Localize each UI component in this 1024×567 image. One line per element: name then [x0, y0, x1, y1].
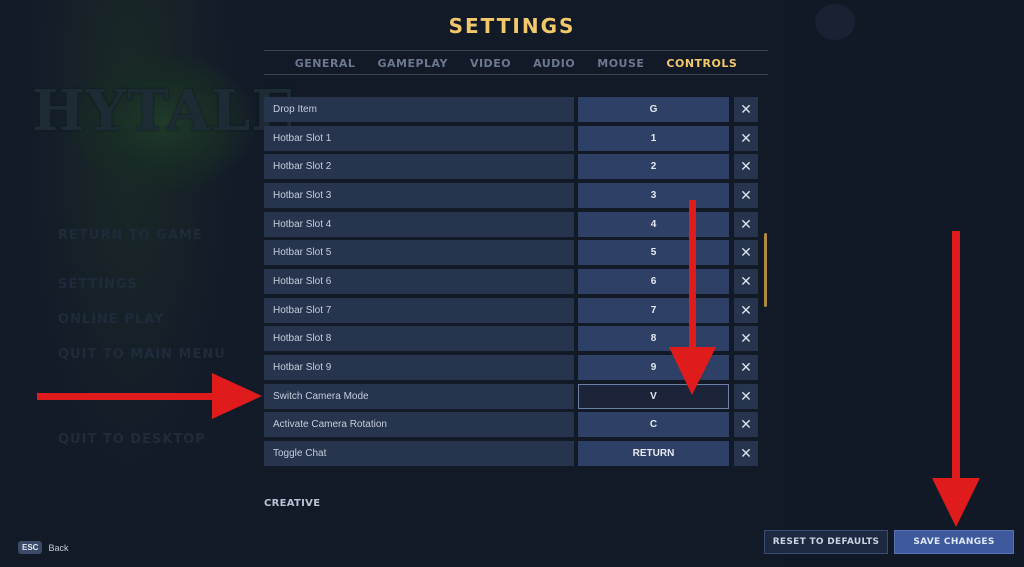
keybinding-action: Hotbar Slot 9: [264, 355, 574, 380]
keybinding-row: Hotbar Slot 9 9 ✕: [264, 355, 758, 380]
keybinding-action: Hotbar Slot 2: [264, 154, 574, 179]
clear-binding-icon[interactable]: ✕: [734, 240, 758, 265]
keybinding-key-button[interactable]: 8: [578, 326, 729, 351]
clear-binding-icon[interactable]: ✕: [734, 97, 758, 122]
scrollbar-thumb[interactable]: [764, 233, 767, 307]
clear-binding-icon[interactable]: ✕: [734, 183, 758, 208]
keybinding-action: Switch Camera Mode: [264, 384, 574, 409]
menu-return-to-game: RETURN TO GAME: [58, 228, 203, 243]
menu-online-play: ONLINE PLAY: [58, 312, 165, 327]
background-right: [784, 0, 1024, 567]
keybinding-action: Hotbar Slot 4: [264, 212, 574, 237]
clear-binding-icon[interactable]: ✕: [734, 384, 758, 409]
keybinding-action: Hotbar Slot 1: [264, 126, 574, 151]
reset-to-defaults-button[interactable]: RESET TO DEFAULTS: [764, 530, 888, 554]
keybinding-row: Hotbar Slot 4 4 ✕: [264, 212, 758, 237]
back-label: Back: [48, 542, 69, 553]
tab-controls[interactable]: CONTROLS: [666, 57, 737, 70]
clear-binding-icon[interactable]: ✕: [734, 441, 758, 466]
keybinding-action: Hotbar Slot 3: [264, 183, 574, 208]
keybinding-row: Activate Camera Rotation C ✕: [264, 412, 758, 437]
clear-binding-icon[interactable]: ✕: [734, 326, 758, 351]
keybinding-row: Hotbar Slot 2 2 ✕: [264, 154, 758, 179]
keybinding-row: Hotbar Slot 8 8 ✕: [264, 326, 758, 351]
keybinding-row: Hotbar Slot 1 1 ✕: [264, 126, 758, 151]
clear-binding-icon[interactable]: ✕: [734, 355, 758, 380]
keybinding-key-button[interactable]: C: [578, 412, 729, 437]
menu-quit-to-desktop: QUIT TO DESKTOP: [58, 432, 206, 447]
keybinding-key-button[interactable]: 6: [578, 269, 729, 294]
keybinding-action: Toggle Chat: [264, 441, 574, 466]
keybinding-key-button[interactable]: 4: [578, 212, 729, 237]
keybinding-action: Drop Item: [264, 97, 574, 122]
clear-binding-icon[interactable]: ✕: [734, 212, 758, 237]
clear-binding-icon[interactable]: ✕: [734, 412, 758, 437]
tab-gameplay[interactable]: GAMEPLAY: [377, 57, 448, 70]
keybinding-action: Hotbar Slot 6: [264, 269, 574, 294]
tabs-divider-top: [264, 50, 768, 51]
section-heading: CREATIVE: [264, 498, 321, 509]
tab-video[interactable]: VIDEO: [470, 57, 511, 70]
keybinding-key-button[interactable]: V: [578, 384, 729, 409]
keybinding-row: Hotbar Slot 7 7 ✕: [264, 298, 758, 323]
keybinding-row-selected: Switch Camera Mode V ✕: [264, 384, 758, 409]
tab-mouse[interactable]: MOUSE: [597, 57, 644, 70]
esc-key-icon: ESC: [18, 541, 43, 554]
tabs-divider-bottom: [264, 74, 768, 75]
keybinding-key-button[interactable]: G: [578, 97, 729, 122]
keybinding-key-button[interactable]: 5: [578, 240, 729, 265]
keybinding-key-button[interactable]: 9: [578, 355, 729, 380]
clear-binding-icon[interactable]: ✕: [734, 298, 758, 323]
clear-binding-icon[interactable]: ✕: [734, 269, 758, 294]
settings-tabs: GENERAL GAMEPLAY VIDEO AUDIO MOUSE CONTR…: [264, 52, 768, 74]
keybinding-row: Hotbar Slot 5 5 ✕: [264, 240, 758, 265]
save-changes-button[interactable]: SAVE CHANGES: [894, 530, 1014, 554]
menu-settings: SETTINGS: [58, 277, 139, 292]
hytale-logo: HYTALE: [32, 78, 296, 144]
keybinding-row: Drop Item G ✕: [264, 97, 758, 122]
keybinding-action: Activate Camera Rotation: [264, 412, 574, 437]
keybinding-key-button[interactable]: RETURN: [578, 441, 729, 466]
keybinding-row: Hotbar Slot 3 3 ✕: [264, 183, 758, 208]
clear-binding-icon[interactable]: ✕: [734, 154, 758, 179]
back-hint[interactable]: ESC Back: [18, 541, 68, 554]
keybinding-row: Hotbar Slot 6 6 ✕: [264, 269, 758, 294]
menu-quit-to-main-menu: QUIT TO MAIN MENU: [58, 347, 226, 362]
clear-binding-icon[interactable]: ✕: [734, 126, 758, 151]
keybinding-key-button[interactable]: 3: [578, 183, 729, 208]
tab-audio[interactable]: AUDIO: [533, 57, 575, 70]
keybinding-row: Toggle Chat RETURN ✕: [264, 441, 758, 466]
keybinding-action: Hotbar Slot 5: [264, 240, 574, 265]
keybinding-key-button[interactable]: 2: [578, 154, 729, 179]
tab-general[interactable]: GENERAL: [295, 57, 356, 70]
keybinding-action: Hotbar Slot 8: [264, 326, 574, 351]
keybinding-action: Hotbar Slot 7: [264, 298, 574, 323]
page-title: SETTINGS: [448, 14, 576, 38]
keybinding-key-button[interactable]: 7: [578, 298, 729, 323]
keybinding-key-button[interactable]: 1: [578, 126, 729, 151]
